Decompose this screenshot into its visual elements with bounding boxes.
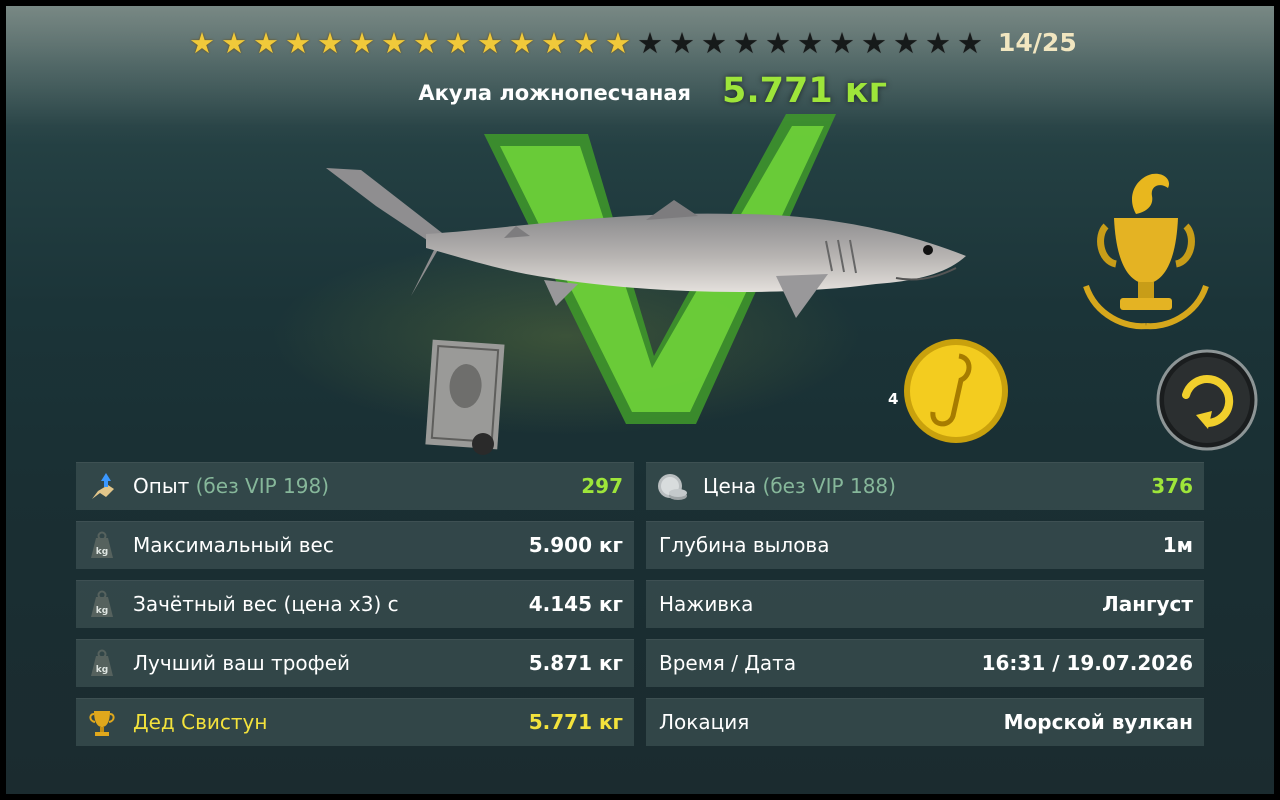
star-filled-icon: ★ [509, 26, 535, 60]
gold-coin-icon [904, 339, 1008, 443]
stat-row-location: Локация Морской вулкан [646, 698, 1204, 746]
experience-icon [92, 473, 114, 499]
stat-label: Опыт [133, 474, 190, 498]
star-filled-icon: ★ [381, 26, 407, 60]
star-empty-icon: ★ [637, 26, 663, 60]
star-filled-icon: ★ [253, 26, 279, 60]
stat-value: 5.900 кг [528, 533, 623, 557]
stat-value: 16:31 / 19.07.2026 [981, 651, 1193, 675]
weight-icon: kg [91, 649, 113, 676]
weight-icon: kg [91, 531, 113, 558]
stat-value: 376 [1151, 474, 1193, 498]
stat-label: Зачётный вес (цена х3) с [133, 592, 399, 616]
stat-row-max-weight: kg Максимальный вес 5.900 кг [76, 521, 634, 569]
stat-label: Глубина вылова [659, 533, 830, 557]
star-rating: ★ ★ ★ ★ ★ ★ ★ ★ ★ ★ ★ ★ ★ ★ ★ ★ ★ ★ ★ ★ ★ ★ ★ ★ ★ [186, 26, 986, 60]
stat-row-price: Цена (без VIP 188) 376 [646, 462, 1204, 510]
svg-text:kg: kg [96, 547, 108, 557]
star-progress: 14/25 [998, 28, 1077, 57]
stat-row-depth: Глубина вылова 1м [646, 521, 1204, 569]
stat-value: 297 [581, 474, 623, 498]
star-filled-icon: ★ [285, 26, 311, 60]
star-filled-icon: ★ [349, 26, 375, 60]
weight-icon: kg [91, 590, 113, 617]
stat-sub: (без VIP 198) [195, 474, 330, 498]
trophy-icon [1083, 173, 1209, 330]
stat-row-best-trophy: kg Лучший ваш трофей 5.871 кг [76, 639, 634, 687]
stat-row-credit-weight: kg Зачётный вес (цена х3) с 4.145 кг [76, 580, 634, 628]
stat-value: Лангуст [1102, 592, 1193, 616]
star-empty-icon: ★ [957, 26, 983, 60]
stat-row-experience: Опыт (без VIP 198) 297 [76, 462, 634, 510]
star-empty-icon: ★ [733, 26, 759, 60]
stat-value: 5.871 кг [528, 651, 623, 675]
star-empty-icon: ★ [829, 26, 855, 60]
stat-label: Наживка [659, 592, 754, 616]
star-empty-icon: ★ [669, 26, 695, 60]
coin-count: 4 [888, 390, 899, 408]
star-filled-icon: ★ [477, 26, 503, 60]
stat-row-record-holder: Дед Свистун 5.771 кг [76, 698, 634, 746]
svg-text:kg: kg [96, 665, 108, 675]
star-empty-icon: ★ [925, 26, 951, 60]
star-filled-icon: ★ [605, 26, 631, 60]
stat-sub: (без VIP 188) [762, 474, 896, 498]
stat-label: Дед Свистун [133, 710, 268, 734]
stat-row-time-date: Время / Дата 16:31 / 19.07.2026 [646, 639, 1204, 687]
certificate-icon [425, 339, 505, 455]
silver-coins-icon [658, 474, 687, 500]
stat-value: 5.771 кг [528, 710, 623, 734]
star-empty-icon: ★ [893, 26, 919, 60]
trophy-cup-icon [89, 711, 115, 736]
stat-label: Время / Дата [659, 651, 797, 675]
star-empty-icon: ★ [701, 26, 727, 60]
star-empty-icon: ★ [797, 26, 823, 60]
star-filled-icon: ★ [573, 26, 599, 60]
stat-row-bait: Наживка Лангуст [646, 580, 1204, 628]
stat-value: 1м [1162, 533, 1193, 557]
star-filled-icon: ★ [189, 26, 215, 60]
star-empty-icon: ★ [765, 26, 791, 60]
fish-name: Акула ложнопесчаная [418, 81, 691, 105]
star-filled-icon: ★ [541, 26, 567, 60]
stat-value: 4.145 кг [528, 592, 623, 616]
shark-image [326, 168, 966, 318]
star-filled-icon: ★ [445, 26, 471, 60]
svg-text:kg: kg [96, 606, 108, 616]
catch-result-screen: ★ ★ ★ ★ ★ ★ ★ ★ ★ ★ ★ ★ ★ ★ ★ ★ ★ ★ ★ ★ ★ ★ ★ ★ ★ 14/25 Акула ло… [6, 6, 1274, 794]
refresh-button[interactable] [1156, 349, 1258, 451]
stat-label: Цена [703, 474, 757, 498]
star-filled-icon: ★ [221, 26, 247, 60]
stat-value: Морской вулкан [1003, 710, 1193, 734]
star-empty-icon: ★ [861, 26, 887, 60]
star-filled-icon: ★ [317, 26, 343, 60]
stat-label: Лучший ваш трофей [133, 651, 351, 675]
stat-label: Максимальный вес [133, 533, 334, 557]
stat-label: Локация [659, 710, 750, 734]
star-filled-icon: ★ [413, 26, 439, 60]
